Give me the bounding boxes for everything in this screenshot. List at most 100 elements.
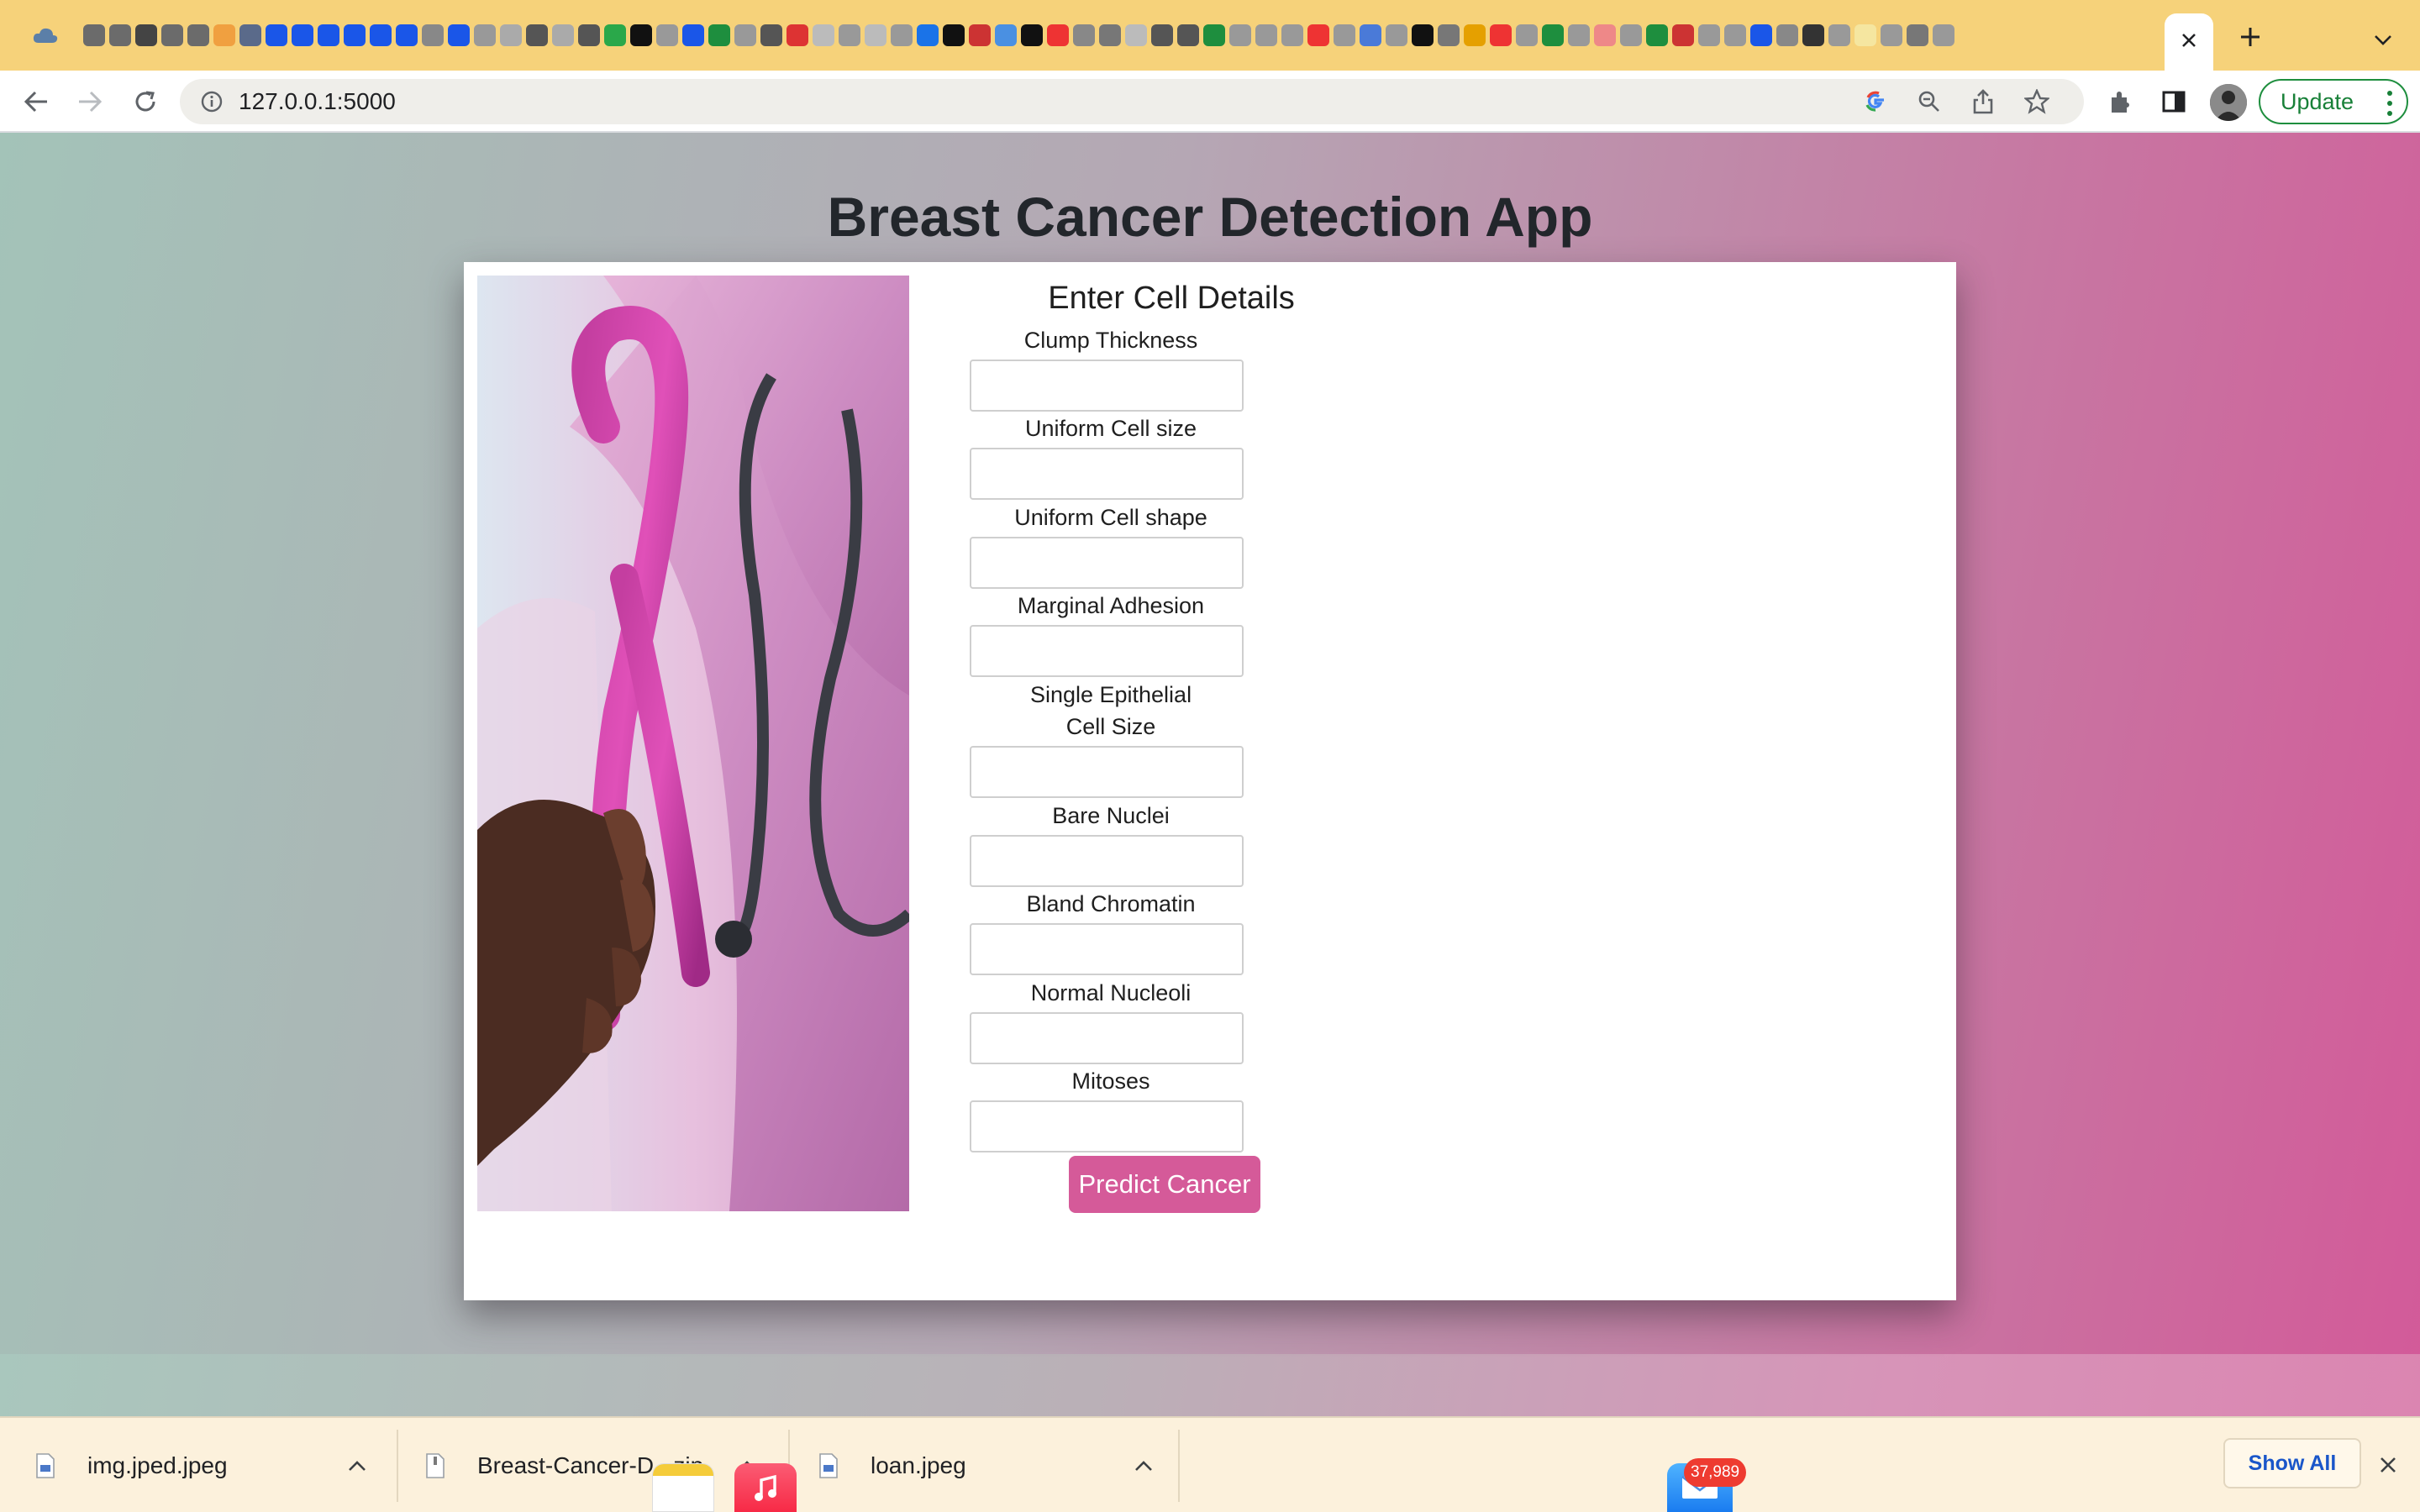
- tab-favicon-icon[interactable]: [994, 24, 1017, 46]
- tab-favicon-icon[interactable]: [551, 24, 574, 46]
- mitoses-input[interactable]: [970, 1100, 1244, 1152]
- tab-favicon-icon[interactable]: [1176, 24, 1199, 46]
- tab-favicon-icon[interactable]: [265, 24, 287, 46]
- tab-favicon-icon[interactable]: [343, 24, 366, 46]
- tab-favicon-icon[interactable]: [1359, 24, 1381, 46]
- tab-favicon-icon[interactable]: [681, 24, 704, 46]
- close-icon[interactable]: [2373, 1450, 2403, 1480]
- tab-favicon-icon[interactable]: [968, 24, 991, 46]
- forward-arrow-icon[interactable]: [72, 84, 108, 119]
- tab-favicon-icon[interactable]: [916, 24, 939, 46]
- active-tab[interactable]: [2165, 13, 2213, 71]
- clump-thickness-input[interactable]: [970, 360, 1244, 412]
- tab-favicon-icon[interactable]: [239, 24, 261, 46]
- bookmark-star-icon[interactable]: [2023, 88, 2050, 115]
- site-info-icon[interactable]: [198, 88, 225, 115]
- tab-favicon-icon[interactable]: [864, 24, 886, 46]
- tab-favicon-icon[interactable]: [1619, 24, 1642, 46]
- tab-favicon-icon[interactable]: [655, 24, 678, 46]
- single-epithelial-cell-size-input[interactable]: [970, 746, 1244, 798]
- tab-favicon-icon[interactable]: [708, 24, 730, 46]
- tab-favicon-icon[interactable]: [421, 24, 444, 46]
- tab-favicon-icon[interactable]: [1020, 24, 1043, 46]
- chevron-up-icon[interactable]: [345, 1453, 370, 1478]
- tab-favicon-icon[interactable]: [1463, 24, 1486, 46]
- tab-favicon-icon[interactable]: [1515, 24, 1538, 46]
- normal-nucleoli-input[interactable]: [970, 1012, 1244, 1064]
- plus-icon[interactable]: [2235, 22, 2265, 52]
- uniform-cell-size-input[interactable]: [970, 448, 1244, 500]
- notes-app-icon[interactable]: [652, 1463, 714, 1512]
- predict-cancer-button[interactable]: Predict Cancer: [1069, 1156, 1260, 1213]
- tab-favicon-icon[interactable]: [1593, 24, 1616, 46]
- reload-icon[interactable]: [128, 84, 163, 119]
- tab-favicon-icon[interactable]: [1932, 24, 1954, 46]
- google-lens-icon[interactable]: [1862, 88, 1889, 115]
- tab-favicon-icon[interactable]: [942, 24, 965, 46]
- tab-favicon-icon[interactable]: [1437, 24, 1460, 46]
- extensions-icon[interactable]: [2104, 86, 2136, 118]
- tab-favicon-icon[interactable]: [603, 24, 626, 46]
- tab-favicon-icon[interactable]: [395, 24, 418, 46]
- tab-favicon-icon[interactable]: [1567, 24, 1590, 46]
- tab-favicon-icon[interactable]: [317, 24, 339, 46]
- tab-favicon-icon[interactable]: [291, 24, 313, 46]
- download-item[interactable]: img.jped.jpeg: [35, 1418, 371, 1512]
- music-app-icon[interactable]: [734, 1463, 797, 1512]
- tab-favicon-icon[interactable]: [1411, 24, 1434, 46]
- tab-favicon-icon[interactable]: [1776, 24, 1798, 46]
- tab-favicon-icon[interactable]: [1854, 24, 1876, 46]
- tab-favicon-icon[interactable]: [1150, 24, 1173, 46]
- tab-favicon-icon[interactable]: [1228, 24, 1251, 46]
- tab-favicon-icon[interactable]: [473, 24, 496, 46]
- marginal-adhesion-input[interactable]: [970, 625, 1244, 677]
- tab-favicon-icon[interactable]: [108, 24, 131, 46]
- tab-favicon-icon[interactable]: [1202, 24, 1225, 46]
- show-all-button[interactable]: Show All: [2223, 1438, 2361, 1488]
- side-panel-icon[interactable]: [2158, 86, 2190, 118]
- share-icon[interactable]: [1970, 88, 1996, 115]
- tab-favicon-icon[interactable]: [1124, 24, 1147, 46]
- tab-favicon-icon[interactable]: [499, 24, 522, 46]
- tab-favicon-icon[interactable]: [1489, 24, 1512, 46]
- tab-favicon-icon[interactable]: [369, 24, 392, 46]
- tab-favicon-icon[interactable]: [1307, 24, 1329, 46]
- tab-favicon-icon[interactable]: [1697, 24, 1720, 46]
- profile-avatar[interactable]: [2210, 84, 2247, 121]
- address-bar[interactable]: 127.0.0.1:5000: [180, 79, 2084, 124]
- tab-favicon-icon[interactable]: [734, 24, 756, 46]
- tab-favicon-icon[interactable]: [1828, 24, 1850, 46]
- chevron-up-icon[interactable]: [1131, 1453, 1156, 1478]
- tab-favicon-icon[interactable]: [1906, 24, 1928, 46]
- tab-favicon-icon[interactable]: [1385, 24, 1407, 46]
- tab-favicon-icon[interactable]: [1723, 24, 1746, 46]
- tab-favicon-icon[interactable]: [1749, 24, 1772, 46]
- tab-favicon-icon[interactable]: [1880, 24, 1902, 46]
- tab-favicon-icon[interactable]: [447, 24, 470, 46]
- download-item[interactable]: loan.jpeg: [818, 1418, 1155, 1512]
- back-arrow-icon[interactable]: [18, 84, 54, 119]
- more-menu-icon[interactable]: [2385, 91, 2395, 116]
- tab-favicon-icon[interactable]: [187, 24, 209, 46]
- tab-favicon-icon[interactable]: [1333, 24, 1355, 46]
- tab-favicon-icon[interactable]: [1541, 24, 1564, 46]
- tab-favicon-icon[interactable]: [890, 24, 913, 46]
- tab-favicon-icon[interactable]: [213, 24, 235, 46]
- bare-nuclei-input[interactable]: [970, 835, 1244, 887]
- close-icon[interactable]: [2181, 32, 2197, 53]
- tab-favicon-icon[interactable]: [1046, 24, 1069, 46]
- zoom-icon[interactable]: [1916, 88, 1943, 115]
- uniform-cell-shape-input[interactable]: [970, 537, 1244, 589]
- tab-favicon-icon[interactable]: [812, 24, 834, 46]
- tab-favicon-icon[interactable]: [1671, 24, 1694, 46]
- tab-favicon-icon[interactable]: [786, 24, 808, 46]
- tab-favicon-icon[interactable]: [629, 24, 652, 46]
- chevron-down-icon[interactable]: [2368, 25, 2398, 55]
- tab-favicon-icon[interactable]: [1281, 24, 1303, 46]
- tab-favicon-icon[interactable]: [1072, 24, 1095, 46]
- update-button[interactable]: Update: [2259, 79, 2408, 124]
- tab-favicon-icon[interactable]: [1255, 24, 1277, 46]
- tab-favicon-icon[interactable]: [1098, 24, 1121, 46]
- url-text[interactable]: 127.0.0.1:5000: [239, 88, 396, 115]
- bland-chromatin-input[interactable]: [970, 923, 1244, 975]
